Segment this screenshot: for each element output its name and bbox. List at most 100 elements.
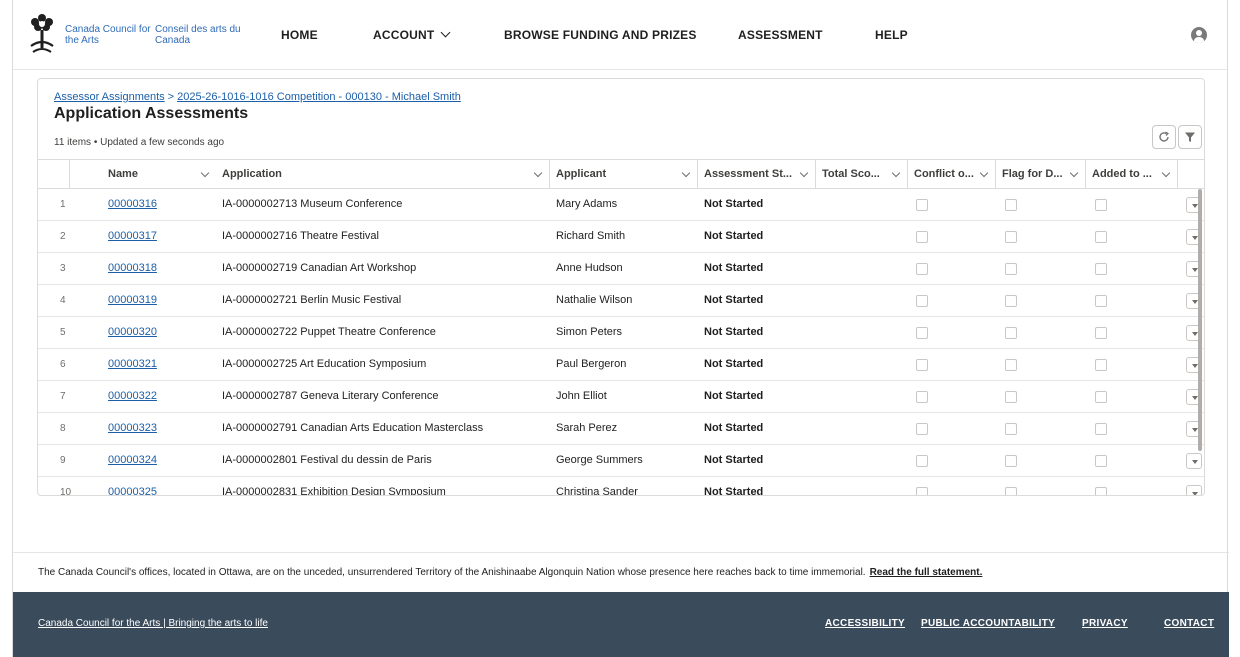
table-scrollbar[interactable] [1198, 189, 1202, 451]
added-to-checkbox[interactable] [1095, 295, 1107, 307]
footer-public-accountability-link[interactable]: PUBLIC ACCOUNTABILITY [921, 618, 1055, 629]
applicant-cell: John Elliot [556, 390, 607, 402]
breadcrumb-assessor-assignments[interactable]: Assessor Assignments [54, 91, 165, 103]
flag-checkbox[interactable] [1005, 359, 1017, 371]
refresh-icon [1159, 131, 1169, 142]
row-number: 9 [60, 455, 66, 466]
flag-checkbox[interactable] [1005, 231, 1017, 243]
footer-contact-link[interactable]: CONTACT [1164, 618, 1214, 629]
chevron-down-icon[interactable] [979, 168, 989, 178]
column-header-assessment-status[interactable]: Assessment St... [698, 160, 816, 189]
conflict-checkbox[interactable] [916, 263, 928, 275]
conflict-checkbox[interactable] [916, 423, 928, 435]
conflict-checkbox[interactable] [916, 359, 928, 371]
conflict-checkbox[interactable] [916, 455, 928, 467]
added-to-checkbox[interactable] [1095, 423, 1107, 435]
assessment-name-link[interactable]: 00000319 [108, 285, 157, 316]
table-row[interactable]: 9 00000324 IA-0000002801 Festival du des… [38, 445, 1204, 477]
chevron-down-icon[interactable] [681, 168, 691, 178]
flag-checkbox[interactable] [1005, 295, 1017, 307]
added-to-checkbox[interactable] [1095, 487, 1107, 495]
application-cell: IA-0000002791 Canadian Arts Education Ma… [222, 422, 484, 434]
row-action-chevron-icon[interactable] [1186, 453, 1202, 469]
flag-checkbox[interactable] [1005, 263, 1017, 275]
assessment-name-link[interactable]: 00000324 [108, 445, 157, 476]
nav-assessment[interactable]: ASSESSMENT [738, 28, 823, 42]
table-row[interactable]: 5 00000320 IA-0000002722 Puppet Theatre … [38, 317, 1204, 349]
column-header-added-to[interactable]: Added to ... [1086, 160, 1178, 189]
chevron-down-icon[interactable] [1161, 168, 1171, 178]
table-row[interactable]: 8 00000323 IA-0000002791 Canadian Arts E… [38, 413, 1204, 445]
nav-browse-funding[interactable]: BROWSE FUNDING AND PRIZES [504, 28, 697, 42]
assessment-name-link[interactable]: 00000320 [108, 317, 157, 348]
flag-checkbox[interactable] [1005, 487, 1017, 495]
table-row[interactable]: 7 00000322 IA-0000002787 Geneva Literary… [38, 381, 1204, 413]
added-to-checkbox[interactable] [1095, 327, 1107, 339]
conflict-checkbox[interactable] [916, 231, 928, 243]
read-full-statement-link[interactable]: Read the full statement. [870, 567, 983, 578]
added-to-checkbox[interactable] [1095, 231, 1107, 243]
column-header-applicant[interactable]: Applicant [550, 160, 698, 189]
footer-tagline-link[interactable]: Canada Council for the Arts | Bringing t… [38, 618, 268, 629]
table-row[interactable]: 4 00000319 IA-0000002721 Berlin Music Fe… [38, 285, 1204, 317]
added-to-checkbox[interactable] [1095, 199, 1107, 211]
table-row[interactable]: 10 00000325 IA-0000002831 Exhibition Des… [38, 477, 1204, 495]
table-row[interactable]: 3 00000318 IA-0000002719 Canadian Art Wo… [38, 253, 1204, 285]
chevron-down-icon[interactable] [799, 168, 809, 178]
brand-logo[interactable]: Canada Council for the Arts Conseil des … [27, 10, 267, 58]
assessment-name-link[interactable]: 00000321 [108, 349, 157, 380]
filter-button[interactable] [1178, 125, 1202, 149]
flag-checkbox[interactable] [1005, 327, 1017, 339]
nav-help[interactable]: HELP [875, 28, 908, 42]
refresh-button[interactable] [1152, 125, 1176, 149]
assessment-name-link[interactable]: 00000318 [108, 253, 157, 284]
land-acknowledgement: The Canada Council's offices, located in… [13, 552, 1229, 592]
flag-checkbox[interactable] [1005, 391, 1017, 403]
assessment-name-link[interactable]: 00000323 [108, 413, 157, 444]
added-to-checkbox[interactable] [1095, 263, 1107, 275]
conflict-checkbox[interactable] [916, 295, 928, 307]
conflict-checkbox[interactable] [916, 199, 928, 211]
applicant-cell: Richard Smith [556, 230, 626, 242]
assessment-name-link[interactable]: 00000317 [108, 221, 157, 252]
assessment-name-link[interactable]: 00000322 [108, 381, 157, 412]
row-action-chevron-icon[interactable] [1186, 485, 1202, 495]
column-header-total-score[interactable]: Total Sco... [816, 160, 908, 189]
chevron-down-icon[interactable] [200, 168, 210, 178]
user-avatar-icon[interactable] [1191, 27, 1207, 43]
footer-accessibility-link[interactable]: ACCESSIBILITY [825, 618, 905, 629]
breadcrumb-competition[interactable]: 2025-26-1016-1016 Competition - 000130 -… [177, 91, 461, 103]
brand-name-en: Canada Council for the Arts [65, 24, 151, 46]
column-header-application[interactable]: Application [216, 160, 550, 189]
column-label: Total Sco... [822, 168, 880, 180]
added-to-checkbox[interactable] [1095, 359, 1107, 371]
page-title: Application Assessments [54, 105, 249, 122]
nav-home[interactable]: HOME [281, 28, 318, 42]
flag-checkbox[interactable] [1005, 199, 1017, 211]
conflict-checkbox[interactable] [916, 487, 928, 495]
application-cell: IA-0000002721 Berlin Music Festival [222, 294, 402, 306]
conflict-checkbox[interactable] [916, 327, 928, 339]
application-cell: IA-0000002722 Puppet Theatre Conference [222, 326, 436, 338]
assessment-status-cell: Not Started [704, 198, 764, 210]
table-body: 1 00000316 IA-0000002713 Museum Conferen… [38, 189, 1204, 495]
column-header-conflict[interactable]: Conflict o... [908, 160, 996, 189]
scrollbar-thumb[interactable] [1198, 189, 1202, 451]
assessment-name-link[interactable]: 00000316 [108, 189, 157, 220]
added-to-checkbox[interactable] [1095, 455, 1107, 467]
chevron-down-icon[interactable] [1069, 168, 1079, 178]
added-to-checkbox[interactable] [1095, 391, 1107, 403]
assessment-name-link[interactable]: 00000325 [108, 477, 157, 495]
table-row[interactable]: 1 00000316 IA-0000002713 Museum Conferen… [38, 189, 1204, 221]
column-header-flag[interactable]: Flag for D... [996, 160, 1086, 189]
nav-account[interactable]: ACCOUNT [373, 27, 451, 42]
footer-privacy-link[interactable]: PRIVACY [1082, 618, 1128, 629]
table-row[interactable]: 6 00000321 IA-0000002725 Art Education S… [38, 349, 1204, 381]
chevron-down-icon[interactable] [533, 168, 543, 178]
flag-checkbox[interactable] [1005, 423, 1017, 435]
conflict-checkbox[interactable] [916, 391, 928, 403]
flag-checkbox[interactable] [1005, 455, 1017, 467]
chevron-down-icon[interactable] [891, 168, 901, 178]
column-header-name[interactable]: Name [102, 160, 216, 189]
table-row[interactable]: 2 00000317 IA-0000002716 Theatre Festiva… [38, 221, 1204, 253]
